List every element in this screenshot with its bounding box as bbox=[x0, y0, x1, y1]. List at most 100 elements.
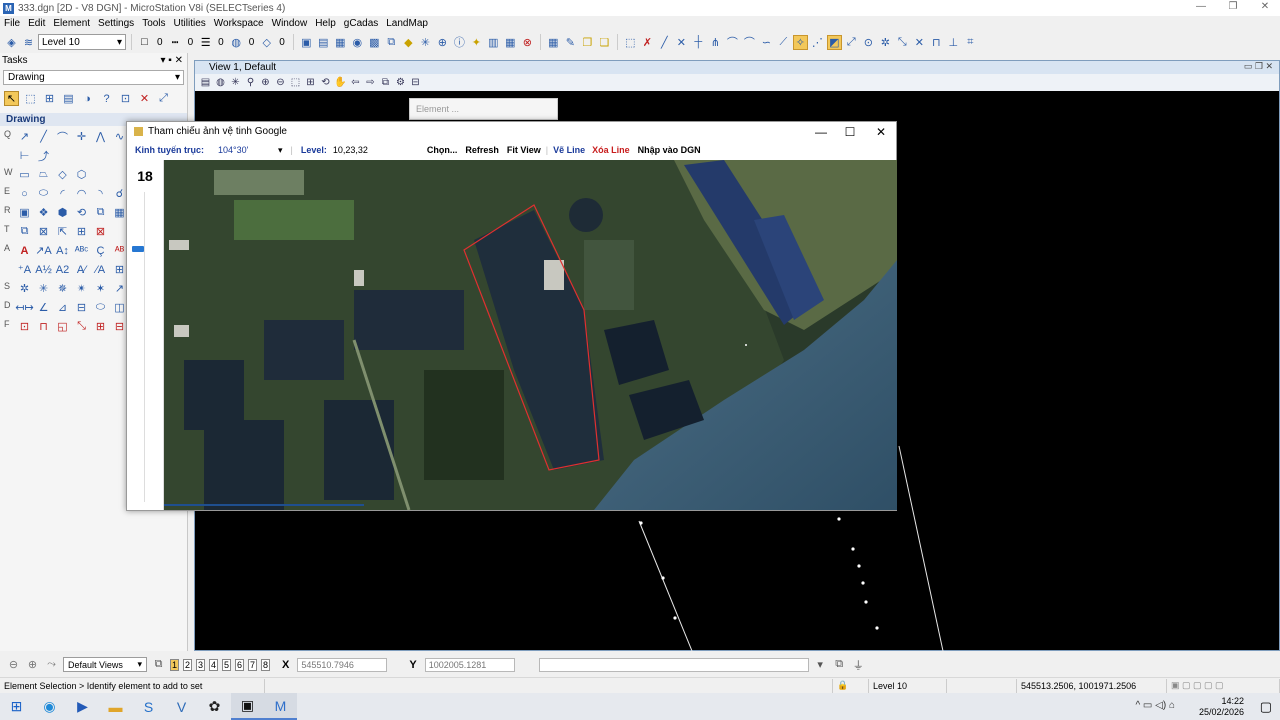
draw-line-button[interactable]: Vẽ Line bbox=[553, 145, 585, 155]
arc-icon[interactable]: ⌒ bbox=[742, 35, 757, 50]
modify-fence-icon[interactable]: ⊓ bbox=[36, 319, 51, 334]
back-icon[interactable]: ⊖ bbox=[6, 657, 21, 672]
priority-icon[interactable]: ◇ bbox=[259, 35, 274, 50]
raster-manager-icon[interactable]: ▦ bbox=[333, 35, 348, 50]
display-style-icon[interactable]: ◍ bbox=[214, 76, 227, 89]
fence-stretch-icon[interactable]: ⤡ bbox=[74, 319, 89, 334]
satellite-map[interactable] bbox=[164, 160, 897, 510]
modify-icon[interactable]: ✗ bbox=[640, 35, 655, 50]
update-view-icon[interactable]: ⚲ bbox=[244, 76, 257, 89]
cross-icon[interactable]: ✕ bbox=[912, 35, 927, 50]
dimension-element-icon[interactable]: ⬭ bbox=[93, 300, 108, 315]
extend-icon[interactable]: ⋔ bbox=[708, 35, 723, 50]
text-attribute-icon[interactable]: ⁺A bbox=[17, 262, 32, 277]
lock-icon[interactable]: 🔒 bbox=[833, 678, 869, 693]
copy-view-icon[interactable]: ⧉ bbox=[379, 76, 392, 89]
trim-icon[interactable]: ┼ bbox=[691, 35, 706, 50]
element-select-tool-icon[interactable]: ↖ bbox=[4, 91, 19, 106]
analyze-tool-icon[interactable]: ▤ bbox=[61, 91, 76, 106]
measure-icon[interactable]: ▥ bbox=[486, 35, 501, 50]
modify-element-icon[interactable]: ▣ bbox=[17, 205, 32, 220]
edit-text-icon[interactable]: A↕ bbox=[55, 243, 70, 258]
fit-view-button[interactable]: Fit View bbox=[507, 145, 541, 155]
image-icon[interactable]: ▩ bbox=[367, 35, 382, 50]
view-number-5[interactable]: 5 bbox=[222, 658, 231, 671]
move-tool-icon[interactable]: ⤢ bbox=[156, 91, 171, 106]
intersect-icon[interactable]: ✕ bbox=[674, 35, 689, 50]
level-combo[interactable]: Level 10 ▾ bbox=[38, 34, 126, 50]
scale-element-icon[interactable]: ⬢ bbox=[55, 205, 70, 220]
line-icon[interactable]: ╱ bbox=[657, 35, 672, 50]
cell-matrix-icon[interactable]: ↗ bbox=[112, 281, 127, 296]
dimension-linear-icon[interactable]: ↤↦ bbox=[15, 300, 33, 315]
dimension-arc-icon[interactable]: ◫ bbox=[112, 300, 127, 315]
place-cell-icon[interactable]: ✲ bbox=[17, 281, 32, 296]
change-tool-icon[interactable]: ⊡ bbox=[118, 91, 133, 106]
notification-icon[interactable]: ▢ bbox=[1260, 699, 1272, 715]
clip-volume-icon[interactable]: ⊟ bbox=[409, 76, 422, 89]
chatgpt-icon[interactable]: ✿ bbox=[198, 693, 231, 720]
place-block-icon[interactable]: ▭ bbox=[17, 167, 32, 182]
pan-view-icon[interactable]: ✋ bbox=[334, 76, 347, 89]
move-parallel-icon[interactable]: ⧉ bbox=[17, 224, 32, 239]
element-selection-icon[interactable]: ◈ bbox=[4, 35, 19, 50]
tasks-combo[interactable]: Drawing ▾ bbox=[3, 70, 184, 85]
menu-edit[interactable]: Edit bbox=[28, 18, 45, 29]
color-swatch-icon[interactable]: □ bbox=[137, 35, 152, 50]
jetbrains-icon[interactable]: ▣ bbox=[231, 693, 264, 720]
place-arc-icon[interactable]: ⌒ bbox=[55, 129, 70, 144]
fillet-icon[interactable]: ⌒ bbox=[725, 35, 740, 50]
view-window-controls[interactable]: ▭ ❐ ✕ bbox=[1244, 61, 1273, 72]
dimension-angle-icon[interactable]: ∠ bbox=[36, 300, 51, 315]
place-quarter-ellipse-icon[interactable]: ◝ bbox=[93, 186, 108, 201]
delete-icon[interactable]: ⊗ bbox=[520, 35, 535, 50]
spell-check-icon[interactable]: ᴬᴮ bbox=[112, 243, 127, 258]
delete-line-button[interactable]: Xóa Line bbox=[592, 145, 630, 155]
grid-frame-icon[interactable]: ⌗ bbox=[963, 35, 978, 50]
views-combo[interactable]: Default Views ▾ bbox=[63, 657, 147, 672]
partial-delete-icon[interactable]: ⊠ bbox=[36, 224, 51, 239]
view-number-3[interactable]: 3 bbox=[196, 658, 205, 671]
forward-icon[interactable]: ⊕ bbox=[25, 657, 40, 672]
x-coordinate-field[interactable]: 545510.7946 bbox=[297, 657, 388, 672]
construct-line-icon[interactable]: ⊢ bbox=[17, 148, 32, 163]
gcadas-tool-icon[interactable]: ✧ bbox=[792, 34, 808, 50]
rotate-view-icon[interactable]: ⟲ bbox=[319, 76, 332, 89]
key-in-dropdown-icon[interactable]: ▾ bbox=[813, 657, 828, 672]
measure-tool-icon[interactable]: ⊞ bbox=[42, 91, 57, 106]
place-curve-icon[interactable]: ∿ bbox=[112, 129, 127, 144]
view-attributes-icon[interactable]: ▤ bbox=[199, 76, 212, 89]
edit-icon[interactable]: ✎ bbox=[563, 35, 578, 50]
place-multiline-icon[interactable]: ⋀ bbox=[93, 129, 108, 144]
attributes-tool-icon[interactable]: ◑ bbox=[80, 91, 95, 106]
delete-tool-icon[interactable]: ✕ bbox=[137, 91, 152, 106]
minimize-button[interactable]: — bbox=[1186, 0, 1216, 16]
transparency-icon[interactable]: ◍ bbox=[229, 35, 244, 50]
folder-icon[interactable]: ❐ bbox=[580, 35, 595, 50]
view-number-6[interactable]: 6 bbox=[235, 658, 244, 671]
camera-icon[interactable]: ⚙ bbox=[394, 76, 407, 89]
vertex-icon[interactable]: ⤢ bbox=[844, 35, 859, 50]
line-style-icon[interactable]: ┅ bbox=[168, 35, 183, 50]
copy-text-icon[interactable]: A2 bbox=[55, 262, 70, 277]
menu-window[interactable]: Window bbox=[272, 18, 308, 29]
models-icon[interactable]: ▤ bbox=[316, 35, 331, 50]
window-area-icon[interactable]: ⬚ bbox=[289, 76, 302, 89]
find-icon[interactable]: ✦ bbox=[469, 35, 484, 50]
arrow-icon[interactable]: ⤳ bbox=[44, 657, 59, 672]
visual-studio-icon[interactable]: V bbox=[165, 693, 198, 720]
match-text-icon[interactable]: A½ bbox=[35, 262, 52, 277]
layers-icon[interactable]: ≋ bbox=[21, 35, 36, 50]
define-cell-icon[interactable]: ✴ bbox=[74, 281, 89, 296]
key-in-field[interactable] bbox=[538, 657, 809, 672]
dialog-close-button[interactable]: ✕ bbox=[869, 125, 893, 139]
place-ellipse-icon[interactable]: ⬭ bbox=[36, 186, 51, 201]
maximize-button[interactable]: ❐ bbox=[1218, 0, 1248, 16]
menu-workspace[interactable]: Workspace bbox=[214, 18, 264, 29]
element-info-dialog[interactable]: Element ... bbox=[409, 98, 558, 120]
view-groups-icon[interactable]: ⧉ bbox=[151, 657, 166, 672]
chevron-down-icon[interactable]: ▾ bbox=[278, 145, 283, 156]
windows-start-icon[interactable]: ⊞ bbox=[0, 693, 33, 720]
place-shape-icon[interactable]: ⏢ bbox=[36, 167, 51, 182]
refresh-button[interactable]: Refresh bbox=[465, 145, 499, 155]
